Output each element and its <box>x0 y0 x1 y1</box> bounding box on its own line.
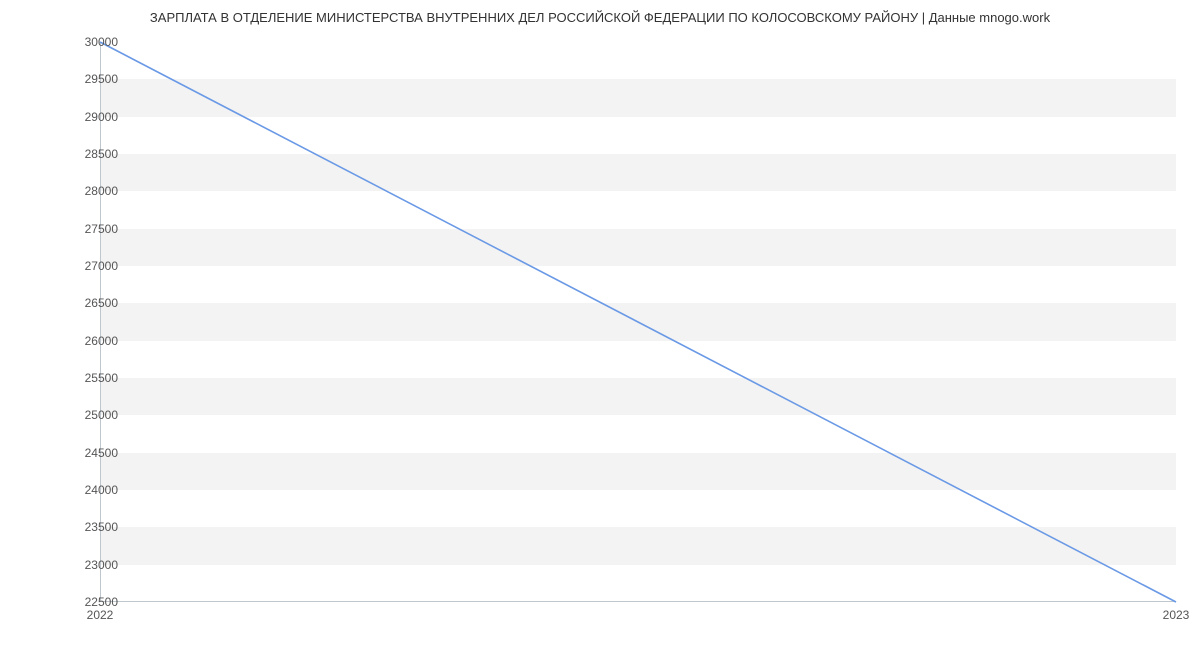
y-tick-label: 28000 <box>85 184 118 198</box>
y-tick-label: 26500 <box>85 296 118 310</box>
chart-title: ЗАРПЛАТА В ОТДЕЛЕНИЕ МИНИСТЕРСТВА ВНУТРЕ… <box>0 10 1200 25</box>
y-tick-label: 27000 <box>85 259 118 273</box>
y-tick-label: 24500 <box>85 446 118 460</box>
chart-container: ЗАРПЛАТА В ОТДЕЛЕНИЕ МИНИСТЕРСТВА ВНУТРЕ… <box>0 0 1200 650</box>
y-tick-label: 28500 <box>85 147 118 161</box>
plot-area <box>100 42 1176 602</box>
x-tick-label: 2023 <box>1163 608 1190 622</box>
y-tick-label: 23500 <box>85 520 118 534</box>
y-tick-label: 23000 <box>85 558 118 572</box>
y-tick-label: 29000 <box>85 110 118 124</box>
y-tick-label: 25500 <box>85 371 118 385</box>
y-tick-label: 27500 <box>85 222 118 236</box>
line-layer <box>100 42 1176 602</box>
y-tick-label: 29500 <box>85 72 118 86</box>
x-tick-label: 2022 <box>87 608 114 622</box>
y-tick-label: 30000 <box>85 35 118 49</box>
y-tick-label: 22500 <box>85 595 118 609</box>
series-line <box>100 42 1176 602</box>
y-tick-label: 26000 <box>85 334 118 348</box>
y-tick-label: 25000 <box>85 408 118 422</box>
y-tick-label: 24000 <box>85 483 118 497</box>
